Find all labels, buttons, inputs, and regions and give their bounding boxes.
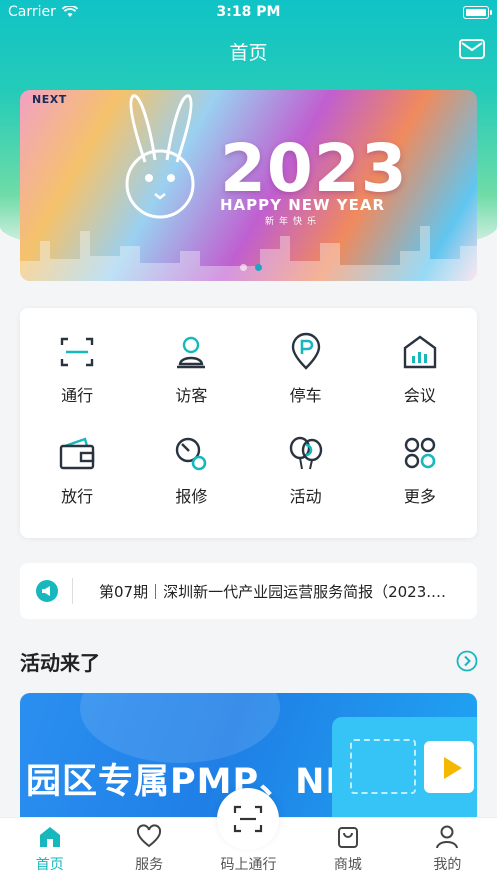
grid-label: 会议 (403, 386, 436, 405)
status-bar: Carrier 3:18 PM (0, 0, 497, 26)
grid-label: 更多 (403, 487, 436, 506)
heart-icon (137, 824, 162, 848)
play-icon (444, 757, 462, 779)
profile-icon (436, 825, 459, 849)
balloon-icon (289, 436, 322, 470)
visitor-icon (177, 336, 206, 369)
grid-item-pass[interactable]: 通行 (20, 322, 134, 423)
tab-label: 商城 (333, 857, 362, 873)
grid-item-visitor[interactable]: 访客 (134, 322, 248, 423)
banner-carousel[interactable]: NEXT 2023 HAPPY NEW YEAR 新年快乐 (20, 90, 477, 281)
banner-subtitle: HAPPY NEW YEAR (220, 196, 386, 214)
tab-label: 服务 (135, 857, 164, 873)
grid-item-activity[interactable]: 活动 (249, 423, 363, 524)
battery-icon (463, 6, 492, 19)
tab-label: 我的 (433, 857, 462, 873)
grid-label: 放行 (61, 487, 94, 506)
notice-divider (72, 578, 73, 604)
tab-service[interactable]: 服务 (99, 818, 198, 883)
carousel-indicator (240, 264, 262, 271)
chevron-right-icon[interactable] (456, 650, 478, 672)
repair-icon (176, 437, 207, 471)
dashed-frame (350, 739, 416, 794)
home-icon (39, 827, 60, 847)
shop-bag-icon (337, 827, 358, 848)
grid-item-release[interactable]: 放行 (20, 423, 134, 524)
tab-label: 码上通行 (220, 857, 277, 873)
grid-label: 访客 (175, 386, 208, 405)
rabbit-graphic (125, 94, 195, 219)
nav-bar: 首页 (0, 26, 497, 76)
carousel-dot-active (255, 264, 262, 271)
grid-label: 通行 (61, 386, 94, 405)
tab-home[interactable]: 首页 (0, 818, 99, 883)
grid-item-parking[interactable]: 停车 (249, 322, 363, 423)
service-grid: 通行 访客 停车 会议 放行 报修 活动 更多 (20, 308, 477, 538)
carousel-dot (240, 264, 247, 271)
banner-subtitle-cn: 新年快乐 (265, 217, 322, 227)
banner-logo: NEXT (32, 93, 67, 106)
status-time: 3:18 PM (216, 4, 281, 20)
grid-label: 停车 (289, 386, 322, 405)
notice-text[interactable]: 第07期｜深圳新一代产业园运营服务简报（2023.… (99, 581, 451, 602)
skyline-graphic (20, 226, 477, 281)
mail-icon[interactable] (459, 38, 485, 60)
scan-icon (233, 805, 263, 833)
grid-item-more[interactable]: 更多 (363, 423, 477, 524)
grid-label: 活动 (289, 487, 322, 506)
tab-profile[interactable]: 我的 (398, 818, 497, 883)
more-icon (404, 437, 436, 469)
grid-item-meeting[interactable]: 会议 (363, 322, 477, 423)
page-title: 首页 (229, 42, 268, 64)
grid-label: 报修 (175, 487, 208, 506)
section-title: 活动来了 (20, 651, 100, 675)
megaphone-icon (36, 580, 58, 602)
scan-pass-button[interactable] (217, 788, 279, 850)
grid-item-repair[interactable]: 报修 (134, 423, 248, 524)
tab-label: 首页 (35, 857, 64, 873)
release-icon (59, 437, 95, 470)
parking-icon (291, 332, 320, 370)
tab-shop[interactable]: 商城 (298, 818, 397, 883)
scan-icon (60, 337, 94, 367)
meeting-icon (403, 335, 437, 369)
activity-graphic (332, 717, 477, 823)
notice-bar[interactable]: 第07期｜深圳新一代产业园运营服务简报（2023.… (20, 563, 477, 619)
